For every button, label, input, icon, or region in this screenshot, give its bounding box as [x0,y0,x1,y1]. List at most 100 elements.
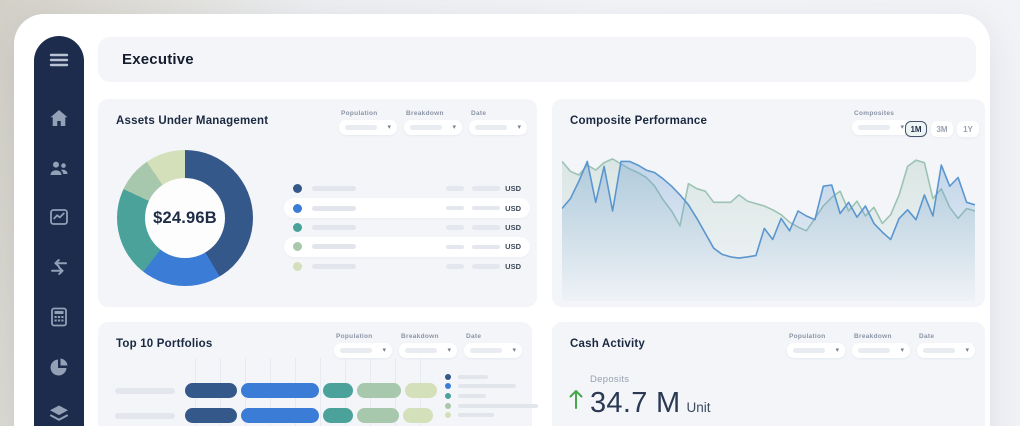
legend-color-dot [445,374,451,380]
filter-label: Breakdown [404,110,462,117]
select-placeholder-skeleton [405,348,437,353]
legend-value-skeleton [446,206,464,211]
chevron-down-icon: ▾ [517,124,521,131]
legend-value-skeleton [446,264,464,269]
chevron-down-icon: ▾ [387,124,391,131]
legend-color-dot [445,393,451,399]
chevron-down-icon: ▾ [900,347,904,354]
legend-value-skeleton [446,245,464,250]
range-button-1y[interactable]: 1Y [957,121,979,137]
filter-label: Date [917,333,975,340]
range-button-1m[interactable]: 1M [905,121,927,137]
range-toggle-group: 1M3M1Y [905,121,979,137]
aum-legend-row[interactable]: USD [284,237,530,256]
composite-filters: Composites ▾ [852,110,910,135]
legend-color-dot [293,242,302,251]
aum-legend-row[interactable]: USD [284,179,530,198]
date-select[interactable]: ▾ [464,343,522,358]
filter-breakdown: Breakdown ▾ [404,110,462,135]
legend-name-skeleton [312,186,356,191]
select-placeholder-skeleton [793,348,825,353]
legend-name-skeleton [458,404,538,408]
breakdown-select[interactable]: ▾ [404,120,462,135]
breakdown-select[interactable]: ▾ [399,343,457,358]
performance-chart-icon[interactable] [47,205,71,229]
clients-icon[interactable] [47,156,71,180]
breakdown-select[interactable]: ▾ [852,343,910,358]
legend-amount-skeleton [472,225,500,230]
composite-line-chart[interactable] [562,143,975,301]
legend-color-dot [293,223,302,232]
filter-label: Population [334,333,392,340]
row-label-skeleton [115,413,175,419]
population-select[interactable]: ▾ [339,120,397,135]
metric-body: Deposits 34.7 M Unit [590,374,710,420]
aum-legend-row[interactable]: USD [284,218,530,237]
select-placeholder-skeleton [340,348,372,353]
legend-color-dot [445,412,451,418]
legend-currency: USD [505,242,521,251]
bar-segment [357,408,399,423]
legend-name-skeleton [312,206,356,211]
filter-label: Date [464,333,522,340]
legend-name-skeleton [312,264,356,269]
population-select[interactable]: ▾ [787,343,845,358]
home-icon[interactable] [47,106,71,130]
portfolios-legend [445,372,538,420]
filter-composites-label: Composites [852,110,910,117]
chevron-down-icon: ▾ [452,124,456,131]
aum-legend: USDUSDUSDUSDUSD [284,179,530,276]
row-label-skeleton [115,388,175,394]
aum-card-title: Assets Under Management [116,115,268,127]
filter-date: Date ▾ [464,333,522,358]
portfolios-legend-row [445,401,538,411]
legend-amount-skeleton [472,186,500,191]
legend-name-skeleton [458,375,488,379]
select-placeholder-skeleton [475,125,507,130]
chevron-down-icon: ▾ [512,347,516,354]
filter-label: Breakdown [852,333,910,340]
aum-legend-row[interactable]: USD [284,198,530,217]
page-title: Executive [122,51,194,68]
filter-label: Population [787,333,845,340]
bar-segment [185,383,237,398]
filter-date: Date ▾ [917,333,975,358]
filter-population: Population ▾ [787,333,845,358]
select-placeholder-skeleton [345,125,377,130]
transfers-icon[interactable] [47,255,71,279]
filter-label: Date [469,110,527,117]
select-placeholder-skeleton [410,125,442,130]
legend-color-dot [293,262,302,271]
legend-color-dot [445,383,451,389]
legend-amount-skeleton [472,245,500,250]
population-select[interactable]: ▾ [334,343,392,358]
legend-currency: USD [505,262,521,271]
composites-select[interactable]: ▾ [852,120,910,135]
menu-icon[interactable] [47,48,71,72]
select-placeholder-skeleton [858,348,890,353]
dashboard-stage: Executive Assets Under Management Popula… [0,0,1020,426]
metric-unit: Unit [686,400,710,415]
calculator-icon[interactable] [47,305,71,329]
filter-population: Population▾ [339,110,397,135]
portfolios-filters: Population▾Breakdown▾Date▾ [334,333,522,358]
aum-legend-row[interactable]: USD [284,257,530,276]
allocation-pie-icon[interactable] [47,355,71,379]
chevron-down-icon: ▾ [835,347,839,354]
range-button-3m[interactable]: 3M [931,121,953,137]
legend-amount-skeleton [472,206,500,211]
aum-total-value: $24.96B [117,150,253,286]
select-placeholder-skeleton [858,125,890,130]
bar-segment [403,408,433,423]
holdings-layers-icon[interactable] [47,402,71,426]
date-select[interactable]: ▾ [469,120,527,135]
composite-card-title: Composite Performance [570,115,707,127]
legend-name-skeleton [458,394,486,398]
portfolios-legend-row [445,391,538,401]
bar-segment [241,408,319,423]
legend-name-skeleton [458,413,494,417]
legend-name-skeleton [458,384,516,388]
composite-card: Composite Performance Composites ▾ 1M3M1… [552,99,985,307]
filter-population: Population ▾ [334,333,392,358]
date-select[interactable]: ▾ [917,343,975,358]
